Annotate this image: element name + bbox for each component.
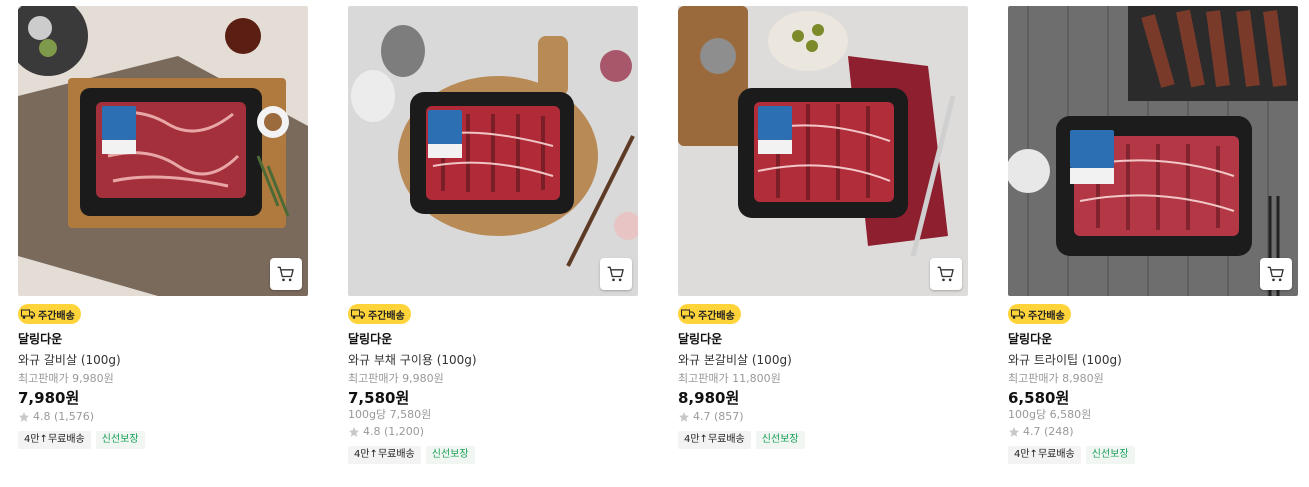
cart-icon — [277, 266, 294, 282]
original-price: 최고판매가 11,800원 — [678, 372, 781, 385]
product-brand: 달링다운 — [18, 332, 63, 346]
original-price: 최고판매가 9,980원 — [18, 372, 114, 385]
product-brand: 달링다운 — [348, 332, 393, 346]
original-price: 최고판매가 9,980원 — [348, 372, 444, 385]
freshness-guarantee-tag: 신선보장 — [95, 431, 145, 449]
product-name[interactable]: 와규 본갈비살 (100g) — [678, 352, 968, 368]
sale-price: 8,980원 — [678, 389, 740, 407]
product-grid: 주간배송 달링다운 와규 갈비살 (100g) 최고판매가 9,980원 7,9… — [0, 0, 1309, 487]
delivery-badge: 주간배송 — [18, 304, 81, 324]
product-name[interactable]: 와규 트라이팁 (100g) — [1008, 352, 1298, 368]
delivery-badge: 주간배송 — [1008, 304, 1071, 324]
rating-text: 4.7 (248) — [1023, 425, 1074, 438]
add-to-cart-button[interactable] — [270, 258, 302, 290]
delivery-badge-label: 주간배송 — [38, 310, 75, 322]
product-photo — [678, 6, 968, 296]
product-name[interactable]: 와규 갈비살 (100g) — [18, 352, 308, 368]
freshness-guarantee-tag: 신선보장 — [755, 431, 805, 449]
truck-icon — [351, 309, 365, 319]
add-to-cart-button[interactable] — [930, 258, 962, 290]
free-shipping-tag: 4만↑무료배송 — [18, 431, 91, 449]
product-brand: 달링다운 — [678, 332, 723, 346]
product-card[interactable]: 주간배송 달링다운 와규 본갈비살 (100g) 최고판매가 11,800원 8… — [678, 6, 968, 449]
freshness-guarantee-tag: 신선보장 — [425, 446, 475, 464]
add-to-cart-button[interactable] — [600, 258, 632, 290]
tag-list: 4만↑무료배송 신선보장 — [18, 431, 308, 449]
product-rating: 4.7 (248) — [1008, 424, 1298, 440]
product-rating: 4.8 (1,200) — [348, 424, 638, 440]
truck-icon — [21, 309, 35, 319]
unit-price: 100g당 7,580원 — [348, 408, 432, 421]
star-icon — [679, 412, 689, 422]
product-rating: 4.8 (1,576) — [18, 409, 308, 425]
unit-price: 100g당 6,580원 — [1008, 408, 1092, 421]
delivery-badge-label: 주간배송 — [1028, 310, 1065, 322]
delivery-badge-label: 주간배송 — [698, 310, 735, 322]
product-photo — [348, 6, 638, 296]
add-to-cart-button[interactable] — [1260, 258, 1292, 290]
product-card[interactable]: 주간배송 달링다운 와규 갈비살 (100g) 최고판매가 9,980원 7,9… — [18, 6, 308, 449]
sale-price: 6,580원 — [1008, 389, 1070, 407]
delivery-badge: 주간배송 — [348, 304, 411, 324]
sale-price: 7,580원 — [348, 389, 410, 407]
product-image[interactable] — [348, 6, 638, 296]
product-name[interactable]: 와규 부채 구이용 (100g) — [348, 352, 638, 368]
product-rating: 4.7 (857) — [678, 409, 968, 425]
free-shipping-tag: 4만↑무료배송 — [678, 431, 751, 449]
cart-icon — [937, 266, 954, 282]
star-icon — [349, 427, 359, 437]
star-icon — [1009, 427, 1019, 437]
product-photo — [1008, 6, 1298, 296]
product-card[interactable]: 주간배송 달링다운 와규 트라이팁 (100g) 최고판매가 8,980원 6,… — [1008, 6, 1298, 464]
product-image[interactable] — [678, 6, 968, 296]
cart-icon — [1267, 266, 1284, 282]
tag-list: 4만↑무료배송 신선보장 — [348, 446, 638, 464]
product-card[interactable]: 주간배송 달링다운 와규 부채 구이용 (100g) 최고판매가 9,980원 … — [348, 6, 638, 464]
rating-text: 4.8 (1,200) — [363, 425, 425, 438]
rating-text: 4.7 (857) — [693, 410, 744, 423]
product-photo — [18, 6, 308, 296]
tag-list: 4만↑무료배송 신선보장 — [678, 431, 968, 449]
free-shipping-tag: 4만↑무료배송 — [1008, 446, 1081, 464]
delivery-badge-label: 주간배송 — [368, 310, 405, 322]
freshness-guarantee-tag: 신선보장 — [1085, 446, 1135, 464]
rating-text: 4.8 (1,576) — [33, 410, 95, 423]
delivery-badge: 주간배송 — [678, 304, 741, 324]
original-price: 최고판매가 8,980원 — [1008, 372, 1104, 385]
sale-price: 7,980원 — [18, 389, 80, 407]
truck-icon — [1011, 309, 1025, 319]
product-brand: 달링다운 — [1008, 332, 1053, 346]
star-icon — [19, 412, 29, 422]
truck-icon — [681, 309, 695, 319]
tag-list: 4만↑무료배송 신선보장 — [1008, 446, 1298, 464]
free-shipping-tag: 4만↑무료배송 — [348, 446, 421, 464]
cart-icon — [607, 266, 624, 282]
product-image[interactable] — [1008, 6, 1298, 296]
product-image[interactable] — [18, 6, 308, 296]
